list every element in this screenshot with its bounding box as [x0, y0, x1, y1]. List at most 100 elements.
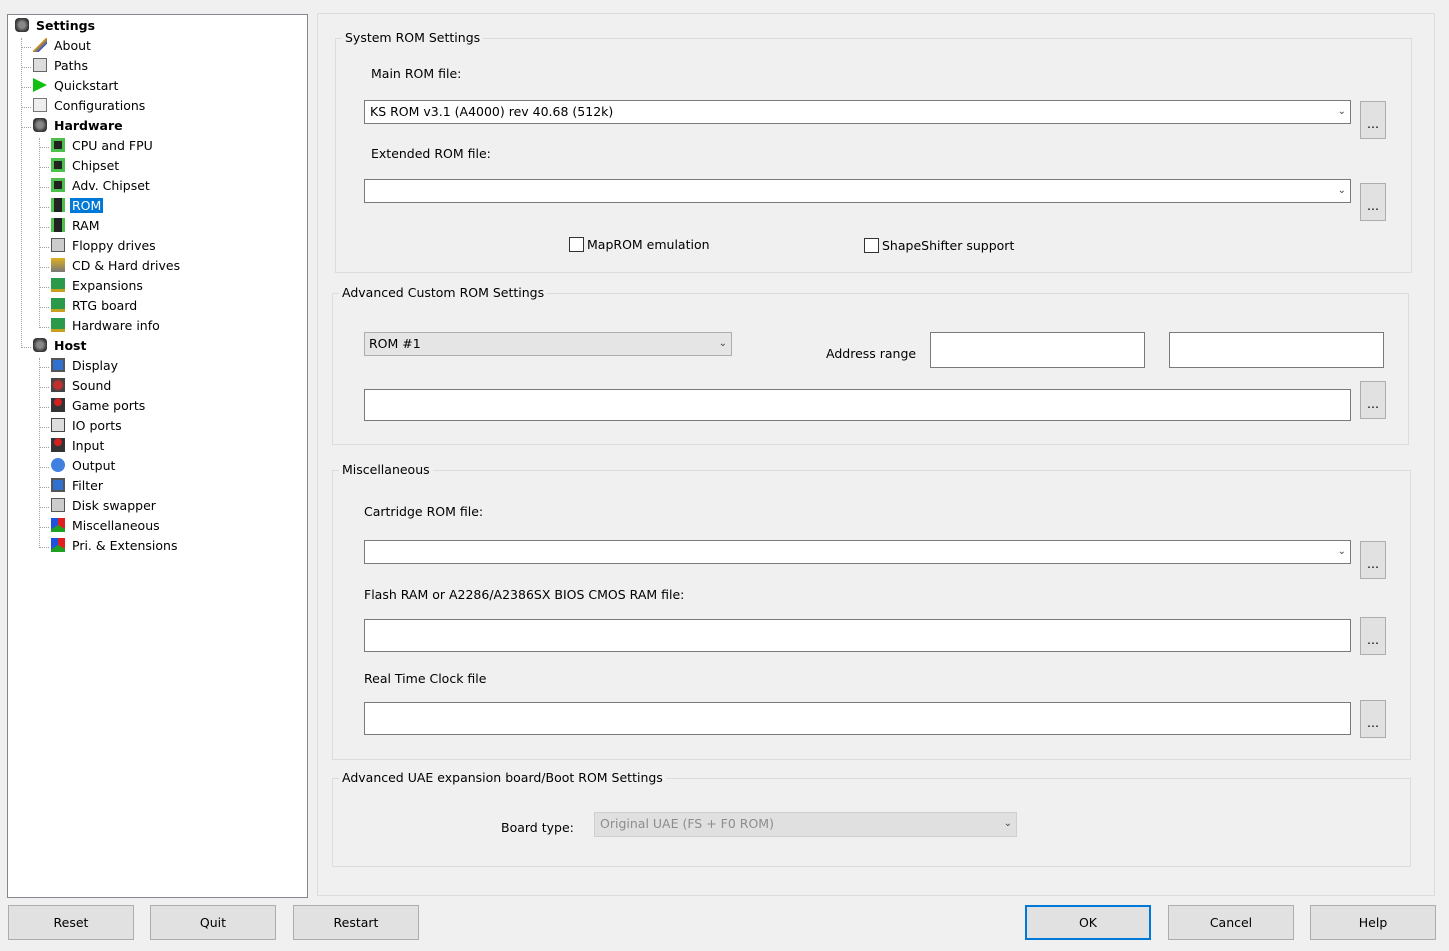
restart-button[interactable]: Restart [293, 905, 419, 940]
cartridge-rom-label: Cartridge ROM file: [364, 504, 484, 519]
tree-item-label: Sound [72, 378, 112, 393]
cartridge-browse-button[interactable]: ... [1360, 541, 1386, 579]
quit-button[interactable]: Quit [150, 905, 276, 940]
tree-item-hardware-info[interactable]: Hardware info [51, 317, 162, 335]
cartridge-rom-combo[interactable]: ⌄ [364, 540, 1351, 564]
address-start-input[interactable] [930, 332, 1145, 368]
chevron-down-icon: ⌄ [1337, 546, 1346, 557]
tree-item-label: IO ports [72, 418, 122, 433]
tree-item-label: Expansions [72, 278, 143, 293]
maprom-label: MapROM emulation [587, 237, 710, 252]
tree-item-disk-swapper[interactable]: Disk swapper [51, 497, 158, 515]
tree-item-ram[interactable]: RAM [51, 217, 102, 235]
tree-item-miscellaneous[interactable]: Miscellaneous [51, 517, 162, 535]
tree-item-display[interactable]: Display [51, 357, 120, 375]
tree-item-label: Hardware [54, 118, 123, 133]
shapeshifter-checkbox[interactable]: ShapeShifter support [864, 238, 1014, 254]
tree-item-label: Game ports [72, 398, 146, 413]
tree-connector [21, 127, 31, 128]
tree-item-label: Pri. & Extensions [72, 538, 178, 553]
extended-rom-combo[interactable]: ⌄ [364, 179, 1351, 203]
custom-rom-file-input[interactable] [364, 389, 1351, 421]
tree-connector [39, 427, 49, 428]
tree-item-output[interactable]: Output [51, 457, 117, 475]
main-rom-combo[interactable]: KS ROM v3.1 (A4000) rev 40.68 (512k) ⌄ [364, 100, 1351, 124]
tree-item-cpu-and-fpu[interactable]: CPU and FPU [51, 137, 155, 155]
main-rom-value: KS ROM v3.1 (A4000) rev 40.68 (512k) [370, 104, 614, 119]
tree-item-chipset[interactable]: Chipset [51, 157, 121, 175]
tree-item-input[interactable]: Input [51, 437, 106, 455]
tree-item-filter[interactable]: Filter [51, 477, 105, 495]
group-title: System ROM Settings [342, 30, 484, 46]
tree-item-configurations[interactable]: Configurations [33, 97, 147, 115]
tree-item-pri-extensions[interactable]: Pri. & Extensions [51, 537, 179, 555]
tree-item-sound[interactable]: Sound [51, 377, 113, 395]
disks-icon [33, 338, 47, 352]
cancel-button[interactable]: Cancel [1168, 905, 1294, 940]
extended-rom-browse-button[interactable]: ... [1360, 183, 1386, 221]
disks-icon [15, 18, 29, 32]
tree-item-label: Input [72, 438, 105, 453]
rtc-browse-button[interactable]: ... [1360, 700, 1386, 738]
tree-item-game-ports[interactable]: Game ports [51, 397, 147, 415]
group-title: Advanced Custom ROM Settings [339, 285, 548, 301]
monitor-icon [51, 358, 65, 372]
tree-connector [39, 327, 49, 328]
flash-ram-browse-button[interactable]: ... [1360, 617, 1386, 655]
checkbox-box[interactable] [569, 237, 584, 252]
ok-button[interactable]: OK [1025, 905, 1151, 940]
settings-tree[interactable]: Settings About Paths Quickstart Configuratio… [7, 14, 308, 898]
tree-connector [39, 147, 49, 148]
tree-item-label: Chipset [72, 158, 120, 173]
tree-item-expansions[interactable]: Expansions [51, 277, 145, 295]
board-type-label: Board type: [501, 820, 574, 835]
monitor-icon [51, 478, 65, 492]
tree-item-hardware[interactable]: Hardware [33, 117, 125, 135]
tree-item-about[interactable]: About [33, 37, 93, 55]
tree-connector [39, 507, 49, 508]
tree-item-label: About [54, 38, 91, 53]
tree-item-paths[interactable]: Paths [33, 57, 90, 75]
tree-item-cd-hard-drives[interactable]: CD & Hard drives [51, 257, 182, 275]
chevron-down-icon: ⌄ [1337, 106, 1346, 117]
main-rom-label: Main ROM file: [371, 66, 462, 81]
address-end-input[interactable] [1169, 332, 1384, 368]
rtc-file-input[interactable] [364, 702, 1351, 735]
tree-connector [39, 547, 49, 548]
reset-button[interactable]: Reset [8, 905, 134, 940]
tree-item-host[interactable]: Host [33, 337, 88, 355]
tree-item-label: RTG board [72, 298, 138, 313]
rom-slot-select[interactable]: ROM #1 ⌄ [364, 332, 732, 356]
tree-item-label: Output [72, 458, 116, 473]
tree-connector [39, 307, 49, 308]
tree-item-label: CD & Hard drives [72, 258, 181, 273]
tree-item-rtg-board[interactable]: RTG board [51, 297, 139, 315]
maprom-checkbox[interactable]: MapROM emulation [569, 237, 710, 253]
tree-connector [39, 247, 49, 248]
main-rom-browse-button[interactable]: ... [1360, 101, 1386, 139]
custom-rom-browse-button[interactable]: ... [1360, 381, 1386, 419]
joystick-icon [51, 438, 65, 452]
tree-connector [39, 167, 49, 168]
tree-item-quickstart[interactable]: Quickstart [33, 77, 120, 95]
rom-chip-icon [51, 198, 65, 212]
disks-icon [33, 118, 47, 132]
tree-item-label: Display [72, 358, 119, 373]
tree-item-floppy-drives[interactable]: Floppy drives [51, 237, 158, 255]
group-title: Advanced UAE expansion board/Boot ROM Se… [339, 770, 666, 786]
tree-item-label: Filter [72, 478, 103, 493]
tree-connector [21, 67, 31, 68]
checkbox-box[interactable] [864, 238, 879, 253]
tree-connector [21, 347, 31, 348]
rtc-file-label: Real Time Clock file [364, 671, 487, 686]
tree-item-label: Adv. Chipset [72, 178, 150, 193]
tree-item-settings[interactable]: Settings [15, 17, 97, 35]
tree-item-io-ports[interactable]: IO ports [51, 417, 124, 435]
tree-item-adv-chipset[interactable]: Adv. Chipset [51, 177, 152, 195]
address-range-label: Address range [826, 346, 917, 361]
help-button[interactable]: Help [1310, 905, 1436, 940]
floppy-icon [51, 238, 65, 252]
chevron-down-icon: ⌄ [718, 338, 727, 349]
tree-item-rom[interactable]: ROM [51, 197, 104, 215]
flash-ram-input[interactable] [364, 619, 1351, 652]
